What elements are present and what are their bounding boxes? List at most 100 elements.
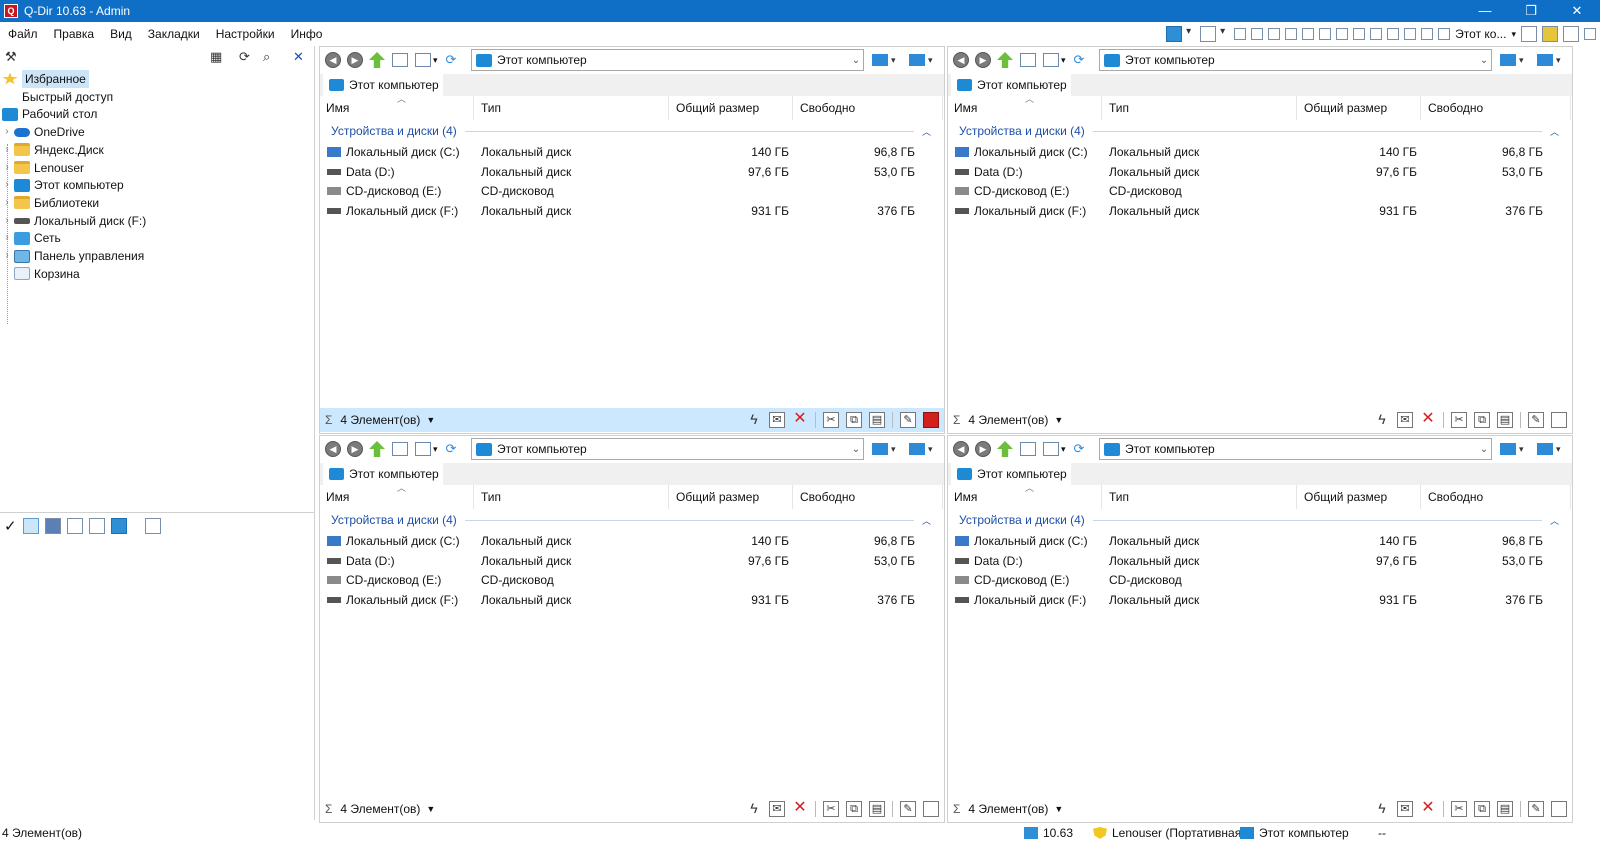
tree-item[interactable]: › Этот компьютер [2, 176, 123, 194]
desktop-view-dropdown[interactable]: ▾ [909, 52, 933, 68]
paste-icon[interactable]: ▤ [1497, 801, 1513, 817]
chevron-down-icon[interactable]: ▼ [426, 804, 435, 814]
delete-icon[interactable]: ✕ [1420, 800, 1436, 817]
chevron-down-icon[interactable]: ▾ [433, 55, 438, 66]
paste-icon[interactable]: ▤ [1497, 412, 1513, 428]
menu-edit[interactable]: Правка [46, 22, 103, 46]
restore-button[interactable]: ❐ [1508, 0, 1554, 22]
tree-item[interactable]: › Панель управления [2, 247, 144, 265]
collapse-icon[interactable]: ︿ [1550, 514, 1559, 527]
layout-5-icon[interactable] [1302, 28, 1315, 40]
quick-action-icon[interactable]: ϟ [746, 801, 762, 817]
preview-search-icon[interactable] [22, 518, 39, 534]
group-header[interactable]: Устройства и диски (4) ︿ [959, 123, 1559, 139]
window-icon[interactable] [1584, 28, 1596, 40]
view-mode-icon[interactable] [1043, 442, 1059, 456]
tab-this-computer[interactable]: Этот компьютер [323, 74, 443, 96]
menu-file[interactable]: Файл [0, 22, 46, 46]
quick-action-icon[interactable]: ϟ [746, 412, 762, 428]
col-total-size[interactable]: Общий размер [669, 96, 793, 120]
grid-icon[interactable]: ▦ [210, 50, 222, 64]
chevron-down-icon[interactable]: ▾ [1511, 29, 1516, 40]
chevron-down-icon[interactable]: ⌄ [1477, 55, 1491, 66]
tree-item[interactable]: › OneDrive [2, 123, 84, 141]
drive-view-dropdown[interactable]: ▾ [872, 52, 896, 68]
group-header[interactable]: Устройства и диски (4) ︿ [959, 512, 1559, 528]
back-icon[interactable]: ◀ [953, 441, 969, 457]
computer-view-icon[interactable] [1166, 26, 1191, 42]
properties-icon[interactable] [1551, 801, 1567, 817]
table-row[interactable]: Data (D:) Локальный диск 97,6 ГБ 53,0 ГБ [319, 162, 945, 182]
chevron-right-icon[interactable]: › [2, 229, 12, 247]
folder-history-icon[interactable] [392, 53, 408, 67]
refresh-icon[interactable]: ⟳ [446, 52, 457, 68]
chevron-down-icon[interactable]: ▾ [1061, 444, 1066, 455]
menu-settings[interactable]: Настройки [208, 22, 283, 46]
properties-icon[interactable] [923, 412, 939, 428]
refresh-icon[interactable]: ⟳ [1074, 52, 1085, 68]
col-type[interactable]: Тип [474, 485, 669, 509]
forward-icon[interactable]: ▶ [975, 441, 991, 457]
tab-this-computer[interactable]: Этот компьютер [951, 463, 1071, 485]
tree-item[interactable]: Рабочий стол [0, 105, 97, 123]
forward-icon[interactable]: ▶ [975, 52, 991, 68]
col-free[interactable]: Свободно [793, 96, 943, 120]
chevron-right-icon[interactable]: › [2, 212, 12, 230]
chevron-down-icon[interactable]: ⌄ [849, 55, 863, 66]
drive-view-dropdown[interactable]: ▾ [1500, 441, 1524, 457]
copy-icon[interactable]: ⧉ [1474, 412, 1490, 428]
copy-icon[interactable]: ⧉ [846, 412, 862, 428]
col-name[interactable]: ︿ Имя [947, 94, 1102, 120]
layout-6-icon[interactable] [1319, 28, 1332, 40]
menu-info[interactable]: Инфо [283, 22, 331, 46]
menu-bookmarks[interactable]: Закладки [140, 22, 208, 46]
tree-item[interactable]: › Lenouser [2, 159, 84, 177]
tree-item[interactable]: Быстрый доступ [0, 88, 113, 106]
col-total-size[interactable]: Общий размер [1297, 96, 1421, 120]
col-total-size[interactable]: Общий размер [1297, 485, 1421, 509]
quick-action-icon[interactable]: ϟ [1374, 801, 1390, 817]
table-row[interactable]: Data (D:) Локальный диск 97,6 ГБ 53,0 ГБ [947, 162, 1573, 182]
group-header[interactable]: Устройства и диски (4) ︿ [331, 512, 931, 528]
table-row[interactable]: CD-дисковод (E:) CD-дисковод [947, 181, 1573, 201]
email-icon[interactable]: ✉ [1397, 801, 1413, 817]
collapse-icon[interactable]: ︿ [922, 125, 931, 138]
minimize-button[interactable]: — [1462, 0, 1508, 22]
tree-item[interactable]: Корзина [2, 265, 80, 283]
view-mode-icon[interactable] [1043, 53, 1059, 67]
drive-toolbar-icon[interactable] [1521, 26, 1537, 42]
table-row[interactable]: Локальный диск (F:) Локальный диск 931 ГБ 3… [319, 201, 945, 221]
left-divider[interactable] [0, 512, 315, 513]
chevron-right-icon[interactable]: › [2, 176, 12, 194]
rename-icon[interactable]: ✎ [1528, 801, 1544, 817]
view-mode-icon[interactable] [415, 53, 431, 67]
col-name[interactable]: ︿ Имя [319, 483, 474, 509]
address-bar[interactable]: Этот компьютер ⌄ [471, 49, 864, 71]
sync-icon[interactable]: ⟳ [239, 50, 250, 64]
chevron-right-icon[interactable]: › [2, 247, 12, 265]
paste-icon[interactable]: ▤ [869, 801, 885, 817]
layout-11-icon[interactable] [1404, 28, 1417, 40]
tab-this-computer[interactable]: Этот компьютер [951, 74, 1071, 96]
details-list-icon[interactable] [88, 518, 105, 534]
favorites-star-icon[interactable] [1542, 26, 1558, 42]
forward-icon[interactable]: ▶ [347, 441, 363, 457]
layout-4-icon[interactable] [1285, 28, 1298, 40]
pin-icon[interactable]: ⚒ [5, 50, 17, 64]
cut-icon[interactable]: ✂ [823, 801, 839, 817]
chevron-down-icon[interactable]: ▾ [1061, 55, 1066, 66]
col-free[interactable]: Свободно [1421, 96, 1571, 120]
back-icon[interactable]: ◀ [325, 52, 341, 68]
table-row[interactable]: Локальный диск (F:) Локальный диск 931 ГБ 3… [947, 590, 1573, 610]
layout-grid-icon[interactable] [1200, 26, 1225, 42]
layout-7-icon[interactable] [1336, 28, 1349, 40]
address-bar[interactable]: Этот компьютер ⌄ [1099, 438, 1492, 460]
up-folder-icon[interactable] [997, 441, 1013, 457]
close-button[interactable]: ✕ [1554, 0, 1600, 22]
up-folder-icon[interactable] [369, 441, 385, 457]
close-tree-icon[interactable]: ✕ [293, 50, 304, 64]
tree-item[interactable]: Избранное [0, 70, 89, 88]
layout-1-icon[interactable] [1234, 28, 1247, 40]
tree-item[interactable]: › Локальный диск (F:) [2, 212, 146, 230]
layout-8-icon[interactable] [1353, 28, 1366, 40]
